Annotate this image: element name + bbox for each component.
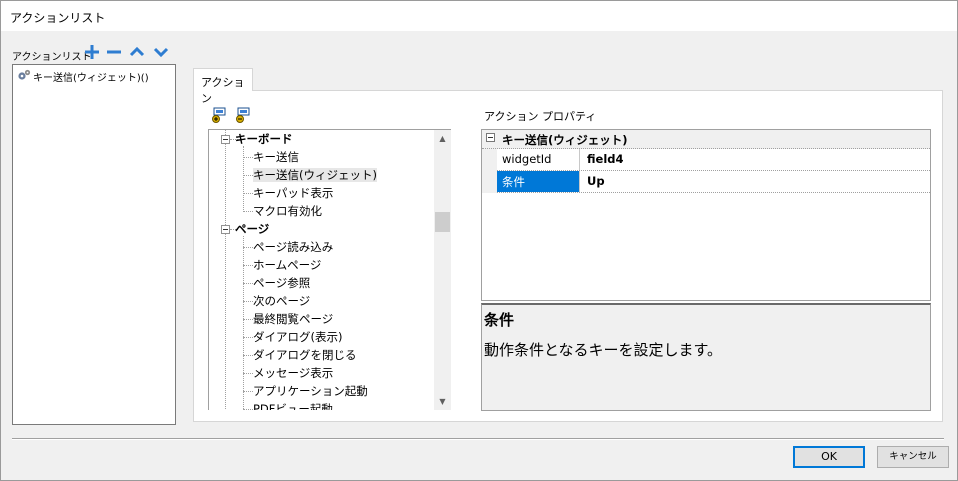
tree-connector <box>243 247 253 248</box>
chevron-up-icon[interactable] <box>129 44 145 60</box>
tree-connector <box>243 301 253 302</box>
tree-collapse-toggle[interactable] <box>221 135 230 144</box>
property-grid-gutter <box>482 149 497 193</box>
minus-icon[interactable] <box>106 44 122 60</box>
tree-connector <box>243 319 253 320</box>
ok-button[interactable]: OK <box>793 446 865 468</box>
tree-item[interactable]: ダイアログ(表示) <box>253 330 342 344</box>
help-title: 条件 <box>484 311 515 329</box>
window-title: アクションリスト <box>10 11 106 25</box>
tree-item[interactable]: PDFビュー起動 <box>253 402 333 410</box>
scroll-thumb[interactable] <box>435 212 450 232</box>
cancel-button[interactable]: キャンセル <box>877 446 949 468</box>
property-name-selected[interactable]: 条件 <box>497 171 580 192</box>
tree-item-selected[interactable]: キー送信(ウィジェット) <box>253 168 377 182</box>
tree-item[interactable]: アプリケーション起動 <box>253 384 368 398</box>
property-value[interactable]: Up <box>581 171 605 192</box>
property-row-widgetid[interactable]: widgetId field4 <box>497 149 930 171</box>
property-grid[interactable]: キー送信(ウィジェット) widgetId field4 条件 Up <box>481 129 931 301</box>
collapse-all-icon[interactable] <box>235 107 251 123</box>
category-collapse-toggle[interactable] <box>486 133 495 142</box>
title-bar: アクションリスト <box>1 1 957 31</box>
gears-icon <box>17 69 31 84</box>
tree-connector <box>243 337 253 338</box>
tree-connector <box>243 157 253 158</box>
action-list-item-label: キー送信(ウィジェット)() <box>33 72 149 84</box>
tree-connector <box>225 130 226 229</box>
tree-connector <box>243 373 253 374</box>
tree-connector <box>243 355 253 356</box>
tree-item[interactable]: ページ読み込み <box>253 240 333 254</box>
tab-action[interactable]: アクション <box>193 68 253 105</box>
tree-connector <box>243 211 253 212</box>
chevron-down-icon[interactable] <box>153 44 169 60</box>
tree-connector <box>243 391 253 392</box>
tree-connector <box>243 146 244 212</box>
expand-all-icon[interactable] <box>211 107 227 123</box>
property-category-header[interactable]: キー送信(ウィジェット) <box>482 130 930 149</box>
tree-category-page[interactable]: ページ <box>235 222 269 236</box>
properties-label: アクション プロパティ <box>484 110 597 123</box>
tree-item[interactable]: キーパッド表示 <box>253 186 333 200</box>
tree-item[interactable]: ダイアログを閉じる <box>253 348 357 362</box>
action-list-label: アクションリスト <box>12 52 92 63</box>
tree-item[interactable]: 最終閲覧ページ <box>253 312 333 326</box>
scroll-up-arrow[interactable]: ▲ <box>434 130 451 147</box>
tree-item[interactable]: ページ参照 <box>253 276 310 290</box>
tree-item[interactable]: メッセージ表示 <box>253 366 333 380</box>
action-list[interactable]: キー送信(ウィジェット)() <box>12 64 176 425</box>
action-list-item[interactable]: キー送信(ウィジェット)() <box>17 69 149 84</box>
tree-item[interactable]: マクロ有効化 <box>253 204 322 218</box>
action-tree[interactable]: キーボード キー送信 キー送信(ウィジェット) キーパッド表示 マクロ有効化 ペ… <box>208 129 451 410</box>
tree-scrollbar[interactable]: ▲ ▼ <box>434 130 451 410</box>
scroll-down-arrow[interactable]: ▼ <box>434 393 451 410</box>
tree-item[interactable]: ホームページ <box>253 258 321 272</box>
tree-connector <box>225 233 226 410</box>
plus-icon[interactable] <box>84 44 100 60</box>
footer-divider <box>12 438 944 440</box>
tree-item[interactable]: キー送信 <box>253 150 299 164</box>
property-row-condition[interactable]: 条件 Up <box>497 171 930 193</box>
tree-connector <box>243 283 253 284</box>
property-name[interactable]: widgetId <box>497 149 580 170</box>
help-description: 動作条件となるキーを設定します。 <box>484 341 723 359</box>
tree-connector <box>243 175 253 176</box>
tree-connector <box>243 265 253 266</box>
tree-category-keyboard[interactable]: キーボード <box>235 132 293 146</box>
tree-connector <box>243 193 253 194</box>
property-category-title: キー送信(ウィジェット) <box>502 133 628 147</box>
tree-connector <box>243 236 244 410</box>
tree-collapse-toggle[interactable] <box>221 225 230 234</box>
tree-item[interactable]: 次のページ <box>253 294 310 308</box>
tree-connector <box>243 409 253 410</box>
property-help-panel: 条件 動作条件となるキーを設定します。 <box>481 303 931 411</box>
property-value[interactable]: field4 <box>581 149 624 170</box>
